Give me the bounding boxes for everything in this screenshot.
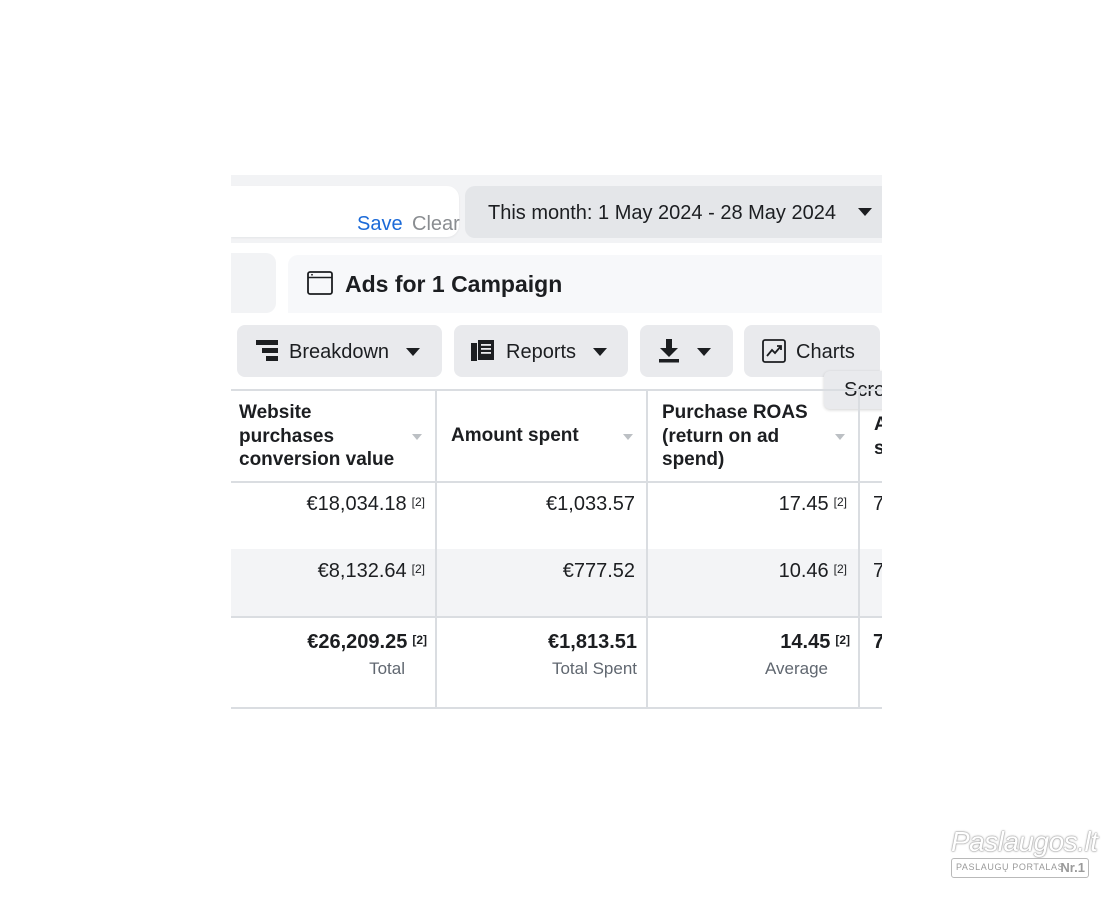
reports-label: Reports	[506, 341, 577, 363]
caret-down-icon	[858, 208, 872, 216]
average-caption: Average	[764, 659, 828, 678]
window-icon	[307, 271, 333, 295]
caret-down-icon	[406, 348, 420, 356]
header-line: s	[874, 437, 882, 459]
header-line: spend)	[662, 449, 725, 470]
header-line: purchases	[239, 425, 335, 447]
breakdown-icon	[256, 340, 278, 361]
table-divider	[231, 707, 882, 709]
cell-roas: 17.45 [2]	[779, 492, 847, 516]
breakdown-label: Breakdown	[289, 341, 390, 363]
total-spent-caption: Total Spent	[551, 659, 637, 678]
value: 10.46	[778, 560, 829, 582]
breakdown-button[interactable]: Breakdown	[237, 325, 442, 377]
footnote-marker[interactable]: [2]	[834, 562, 847, 576]
footnote-marker[interactable]: [2]	[412, 562, 425, 576]
header-line: conversion value	[239, 449, 395, 470]
filter-bar: Save Clear This month: 1 May 2024 - 28 M…	[231, 175, 882, 243]
header-line: Purchase ROAS	[662, 402, 808, 423]
watermark-brand: Paslaugos.lt	[951, 826, 1098, 857]
export-button[interactable]	[640, 325, 733, 377]
footnote-marker[interactable]: [2]	[412, 633, 427, 647]
clear-filter-link[interactable]: Clear	[412, 212, 460, 236]
tab-previous-level[interactable]	[231, 253, 276, 313]
column-header-conversion-value[interactable]: Website purchases conversion value	[239, 401, 394, 472]
value: 14.45	[780, 631, 831, 653]
total-roas: 14.45 [2]	[780, 630, 850, 654]
cell-conversion-value: €8,132.64 [2]	[318, 559, 425, 583]
total-amount-spent: €1,813.51	[548, 631, 637, 653]
value: €8,132.64	[317, 560, 407, 582]
results-table: Website purchases conversion value Amoun…	[231, 389, 882, 710]
header-line: Amount spent	[451, 425, 579, 446]
download-icon	[659, 339, 679, 363]
total-caption: Total	[369, 659, 405, 678]
table-divider	[231, 481, 882, 483]
value: €18,034.18	[306, 493, 407, 515]
value: €26,209.25	[307, 631, 408, 653]
table-divider	[231, 389, 882, 391]
column-divider	[858, 389, 860, 709]
sort-caret-icon[interactable]	[623, 434, 633, 440]
column-header-truncated[interactable]: A s	[874, 413, 882, 460]
reports-button[interactable]: Reports	[454, 325, 628, 377]
column-divider	[435, 389, 437, 709]
charts-label: Charts	[796, 341, 855, 363]
footnote-marker[interactable]: [2]	[412, 495, 425, 509]
header-line: A	[874, 414, 882, 435]
total-conversion-value: €26,209.25 [2]	[307, 630, 427, 654]
header-line: (return on ad	[662, 425, 780, 447]
footnote-marker[interactable]: [2]	[834, 495, 847, 509]
column-divider	[646, 389, 648, 709]
cell-truncated: 7	[873, 631, 882, 653]
reports-icon	[471, 340, 494, 361]
line-chart-icon	[762, 339, 786, 363]
cell-truncated: 7	[873, 560, 882, 582]
footnote-marker[interactable]: [2]	[835, 633, 850, 647]
watermark-logo: Paslaugos.lt PASLAUGŲ PORTALAS Nr.1	[949, 826, 1098, 880]
cell-amount-spent: €1,033.57	[546, 493, 635, 515]
sort-caret-icon[interactable]	[835, 434, 845, 440]
level-title: Ads for 1 Campaign	[345, 271, 563, 297]
column-header-amount-spent[interactable]: Amount spent	[451, 424, 579, 448]
caret-down-icon	[697, 348, 711, 356]
value: 17.45	[778, 493, 829, 515]
level-tabs: Ads for 1 Campaign	[231, 253, 882, 313]
caret-down-icon	[593, 348, 607, 356]
tab-ads[interactable]: Ads for 1 Campaign	[288, 255, 882, 313]
cell-conversion-value: €18,034.18 [2]	[307, 492, 425, 516]
table-divider	[231, 616, 882, 618]
cell-truncated: 7	[873, 493, 882, 515]
ads-manager-panel: Save Clear This month: 1 May 2024 - 28 M…	[231, 175, 882, 710]
watermark-rank: Nr.1	[1060, 860, 1085, 875]
date-range-label: This month: 1 May 2024 - 28 May 2024	[488, 202, 836, 224]
date-range-picker[interactable]: This month: 1 May 2024 - 28 May 2024	[465, 186, 882, 238]
header-line: Website	[239, 402, 312, 423]
cell-roas: 10.46 [2]	[779, 559, 847, 583]
watermark-tagline: PASLAUGŲ PORTALAS	[956, 862, 1065, 872]
cell-amount-spent: €777.52	[562, 560, 635, 582]
watermark-badge: PASLAUGŲ PORTALAS Nr.1	[951, 858, 1089, 878]
column-header-purchase-roas[interactable]: Purchase ROAS (return on ad spend)	[662, 401, 808, 472]
search-filter-box[interactable]: Save Clear	[231, 186, 460, 237]
sort-caret-icon[interactable]	[412, 434, 422, 440]
charts-button[interactable]: Charts	[744, 325, 880, 377]
save-filter-link[interactable]: Save	[357, 212, 403, 236]
